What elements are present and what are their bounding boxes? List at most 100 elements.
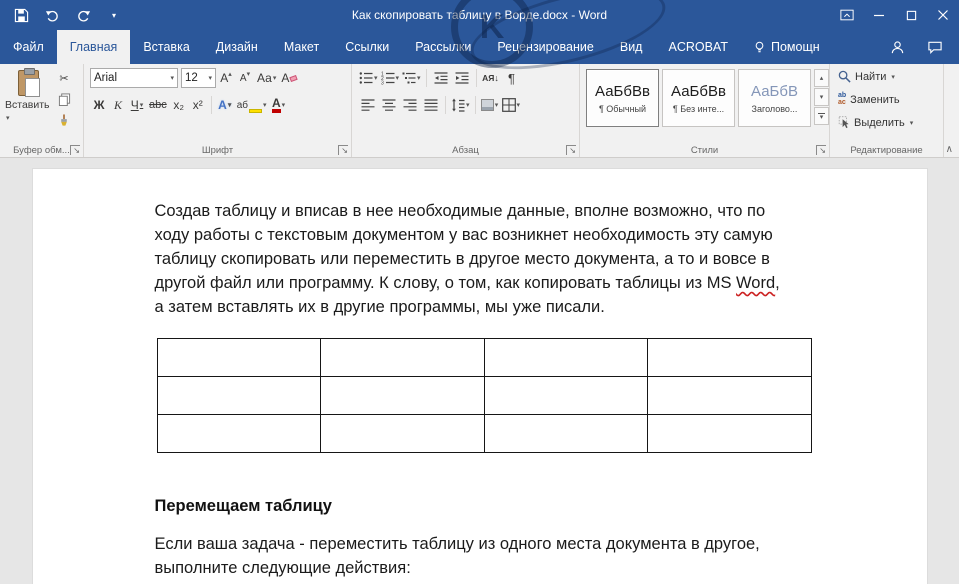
doc-text-line[interactable]: Если ваша задача - переместить таблицу и…: [155, 532, 828, 556]
doc-text-segment[interactable]: другой файл или программу. К слову, о то…: [155, 274, 737, 292]
collapse-ribbon-button[interactable]: ∧: [946, 144, 953, 155]
redo-button[interactable]: [74, 6, 92, 24]
doc-text-line[interactable]: таблицу скопировать или переместить в др…: [155, 247, 828, 271]
format-painter-button[interactable]: [54, 111, 74, 129]
styles-scroll-down-button[interactable]: ▾: [814, 88, 829, 106]
superscript-button[interactable]: x²: [189, 95, 207, 115]
chevron-down-icon: ▾: [228, 101, 232, 109]
doc-text-line[interactable]: Создав таблицу и вписав в нее необходимы…: [155, 199, 828, 223]
shrink-font-icon: А: [240, 73, 247, 84]
minimize-button[interactable]: [863, 0, 895, 30]
show-marks-button[interactable]: ¶: [502, 68, 522, 88]
sort-button[interactable]: АЯ↓: [481, 68, 501, 88]
doc-heading[interactable]: Перемещаем таблицу: [155, 495, 828, 517]
style-card-heading[interactable]: АаБбВ Заголово...: [738, 69, 811, 127]
decrease-indent-button[interactable]: [431, 68, 451, 88]
doc-text-line[interactable]: а затем вставлять их в другие программы,…: [155, 295, 828, 319]
styles-scroll-up-button[interactable]: ▴: [814, 69, 829, 87]
paragraph-1[interactable]: Создав таблицу и вписав в нее необходимы…: [155, 199, 828, 319]
highlight-button[interactable]: аб▾: [235, 95, 269, 115]
doc-text-segment[interactable]: ,: [775, 274, 780, 292]
divider: [426, 69, 427, 87]
tab-review[interactable]: Рецензирование: [484, 30, 607, 64]
tab-acrobat[interactable]: ACROBAT: [655, 30, 741, 64]
bullets-button[interactable]: ▾: [358, 68, 379, 88]
font-size-combobox[interactable]: 12▾: [181, 68, 216, 88]
clear-formatting-button[interactable]: А: [279, 68, 299, 88]
style-card-normal[interactable]: АаБбВв ¶ Обычный: [586, 69, 659, 127]
font-dialog-launcher[interactable]: ↘: [338, 145, 348, 155]
sign-in-button[interactable]: [879, 30, 916, 64]
paragraph-2[interactable]: Если ваша задача - переместить таблицу и…: [155, 532, 828, 580]
strikethrough-button[interactable]: abc: [147, 95, 169, 115]
cut-button[interactable]: ✂: [54, 69, 74, 87]
table-cell[interactable]: [157, 339, 321, 377]
tell-me-box[interactable]: Помощн: [741, 30, 832, 64]
subscript-button[interactable]: x₂: [170, 95, 188, 115]
tab-insert[interactable]: Вставка: [130, 30, 202, 64]
close-button[interactable]: [927, 0, 959, 30]
table-cell[interactable]: [484, 339, 648, 377]
copy-button[interactable]: [54, 90, 74, 108]
doc-text-line[interactable]: другой файл или программу. К слову, о то…: [155, 271, 828, 295]
customize-qat-button[interactable]: ▾: [105, 6, 123, 24]
line-spacing-button[interactable]: ▾: [450, 95, 471, 115]
grow-font-button[interactable]: А▴: [217, 68, 235, 88]
doc-table[interactable]: [157, 338, 812, 453]
select-button[interactable]: Выделить ▾: [838, 112, 943, 133]
doc-text-spellcheck[interactable]: Word: [736, 274, 775, 292]
comments-button[interactable]: [916, 30, 959, 64]
doc-text-line[interactable]: выполните следующие действия:: [155, 556, 828, 580]
table-cell[interactable]: [648, 339, 812, 377]
table-cell[interactable]: [321, 339, 485, 377]
align-center-button[interactable]: [379, 95, 399, 115]
change-case-button[interactable]: Аа▾: [255, 68, 278, 88]
table-cell[interactable]: [484, 415, 648, 453]
paste-button[interactable]: Вставить ▾: [5, 68, 51, 129]
numbering-button[interactable]: 123▾: [380, 68, 401, 88]
shrink-font-button[interactable]: А▾: [236, 68, 254, 88]
align-right-button[interactable]: [400, 95, 420, 115]
justify-button[interactable]: [421, 95, 441, 115]
paragraph-dialog-launcher[interactable]: ↘: [566, 145, 576, 155]
tab-view[interactable]: Вид: [607, 30, 656, 64]
text-effects-button[interactable]: А▾: [216, 95, 234, 115]
doc-text-line[interactable]: ходу работы с текстовым документом у вас…: [155, 223, 828, 247]
table-cell[interactable]: [157, 415, 321, 453]
multilevel-list-button[interactable]: ▾: [401, 68, 422, 88]
style-card-no-spacing[interactable]: АаБбВв ¶ Без инте...: [662, 69, 735, 127]
clipboard-dialog-launcher[interactable]: ↘: [70, 145, 80, 155]
table-cell[interactable]: [321, 377, 485, 415]
document-page[interactable]: Создав таблицу и вписав в нее необходимы…: [32, 168, 928, 584]
table-cell[interactable]: [484, 377, 648, 415]
save-button[interactable]: [12, 6, 30, 24]
styles-more-button[interactable]: ▾: [814, 107, 829, 125]
find-button[interactable]: Найти ▾: [838, 66, 943, 87]
increase-indent-button[interactable]: [452, 68, 472, 88]
tab-references[interactable]: Ссылки: [332, 30, 402, 64]
table-cell[interactable]: [648, 377, 812, 415]
underline-button[interactable]: Ч▾: [128, 95, 146, 115]
table-cell[interactable]: [648, 415, 812, 453]
maximize-button[interactable]: [895, 0, 927, 30]
font-name-combobox[interactable]: Arial▾: [90, 68, 178, 88]
table-cell[interactable]: [321, 415, 485, 453]
table-row: [157, 377, 811, 415]
italic-button[interactable]: К: [109, 95, 127, 115]
undo-button[interactable]: [43, 6, 61, 24]
table-cell[interactable]: [157, 377, 321, 415]
bold-button[interactable]: Ж: [90, 95, 108, 115]
borders-button[interactable]: ▾: [501, 95, 522, 115]
ribbon-display-options-button[interactable]: [831, 0, 863, 30]
styles-dialog-launcher[interactable]: ↘: [816, 145, 826, 155]
tab-mailings[interactable]: Рассылки: [402, 30, 484, 64]
shading-button[interactable]: ▾: [480, 95, 500, 115]
tab-file[interactable]: Файл: [0, 30, 57, 64]
tab-home[interactable]: Главная: [57, 30, 131, 64]
align-left-button[interactable]: [358, 95, 378, 115]
replace-button[interactable]: abac Заменить: [838, 89, 943, 110]
font-color-button[interactable]: А▾: [270, 95, 288, 115]
tab-design[interactable]: Дизайн: [203, 30, 271, 64]
tab-layout[interactable]: Макет: [271, 30, 332, 64]
find-icon: [838, 70, 851, 83]
